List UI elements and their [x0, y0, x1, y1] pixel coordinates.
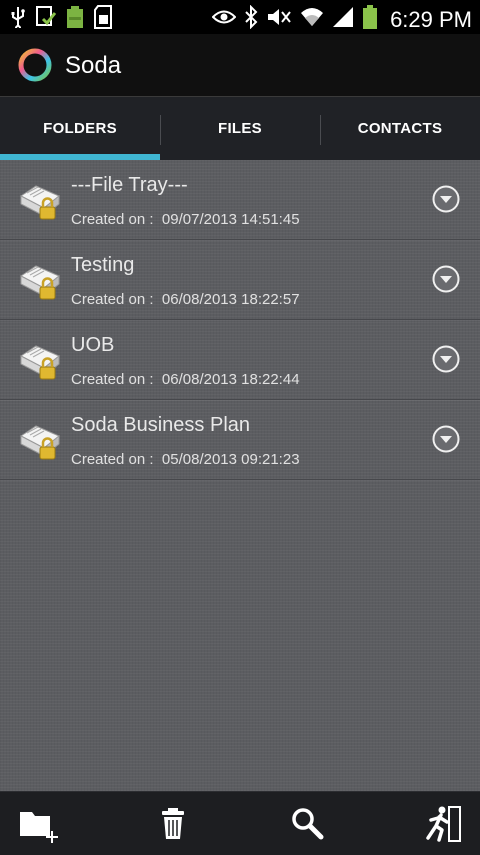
- locked-folder-icon: [20, 185, 60, 220]
- action-bar: Soda: [0, 34, 480, 97]
- bottom-action-bar: [0, 791, 480, 855]
- battery-app-icon: [66, 5, 84, 34]
- eye-icon: [211, 9, 237, 30]
- created-value: 06/08/2013 18:22:44: [161, 371, 300, 388]
- created-label: Created on :: [71, 291, 154, 308]
- folder-name: UOB: [71, 334, 115, 356]
- list-item[interactable]: UOB Created on : 06/08/2013 18:22:44: [0, 320, 480, 400]
- signal-icon: [332, 6, 354, 33]
- chevron-down-icon[interactable]: [432, 265, 460, 293]
- tab-label: FILES: [217, 120, 262, 137]
- created-label: Created on :: [71, 371, 154, 388]
- clock: 6:29 PM: [390, 6, 472, 32]
- list-item[interactable]: Testing Created on : 06/08/2013 18:22:57: [0, 240, 480, 320]
- folder-list: ---File Tray--- Created on : 09/07/2013 …: [0, 160, 480, 791]
- status-bar: 6:29 PM: [0, 0, 480, 34]
- created-value: 09/07/2013 14:51:45: [161, 211, 300, 228]
- delete-icon[interactable]: [153, 804, 193, 844]
- soda-logo-icon[interactable]: [17, 47, 53, 83]
- mute-icon: [266, 6, 292, 33]
- locked-folder-icon: [20, 265, 60, 300]
- folder-created: Created on : 06/08/2013 18:22:57: [71, 291, 300, 308]
- chevron-down-icon[interactable]: [432, 185, 460, 213]
- created-value: 06/08/2013 18:22:57: [161, 291, 300, 308]
- created-label: Created on :: [71, 211, 154, 228]
- folder-name: Testing: [71, 254, 135, 276]
- bluetooth-icon: [244, 4, 258, 34]
- created-label: Created on :: [71, 451, 154, 468]
- app-title: Soda: [65, 52, 122, 79]
- folder-created: Created on : 06/08/2013 18:22:44: [71, 371, 300, 388]
- list-item[interactable]: Soda Business Plan Created on : 05/08/20…: [0, 400, 480, 480]
- folder-created: Created on : 09/07/2013 14:51:45: [71, 211, 300, 228]
- battery-icon: [362, 4, 378, 35]
- chevron-down-icon[interactable]: [432, 425, 460, 453]
- download-done-icon: [35, 5, 57, 34]
- tab-bar: FOLDERS FILES CONTACTS: [0, 97, 480, 160]
- folder-name: ---File Tray---: [71, 174, 188, 196]
- tab-label: FOLDERS: [43, 120, 117, 137]
- locked-folder-icon: [20, 345, 60, 380]
- created-value: 05/08/2013 09:21:23: [161, 451, 300, 468]
- exit-icon[interactable]: [422, 804, 462, 844]
- chevron-down-icon[interactable]: [432, 345, 460, 373]
- list-item[interactable]: ---File Tray--- Created on : 09/07/2013 …: [0, 160, 480, 240]
- folder-created: Created on : 05/08/2013 09:21:23: [71, 451, 300, 468]
- sd-card-icon: [93, 5, 113, 34]
- tab-files[interactable]: FILES: [160, 97, 320, 160]
- search-icon[interactable]: [288, 804, 328, 844]
- tab-folders[interactable]: FOLDERS: [0, 97, 160, 160]
- tab-contacts[interactable]: CONTACTS: [320, 97, 480, 160]
- locked-folder-icon: [20, 425, 60, 460]
- tab-label: CONTACTS: [357, 120, 443, 137]
- add-folder-icon[interactable]: [18, 804, 58, 844]
- usb-icon: [10, 6, 26, 33]
- wifi-icon: [300, 6, 324, 33]
- folder-name: Soda Business Plan: [71, 414, 251, 436]
